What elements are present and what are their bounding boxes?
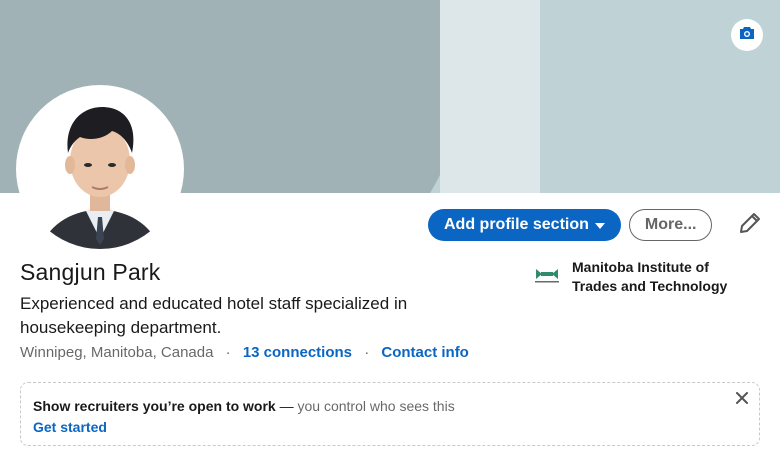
caret-down-icon [594, 216, 605, 234]
separator: · [225, 344, 231, 361]
education-item[interactable]: Manitoba Institute of Trades and Technol… [532, 258, 742, 296]
school-logo-icon [532, 260, 562, 290]
avatar[interactable] [20, 89, 180, 249]
open-to-work-card: Show recruiters you’re open to work — yo… [20, 382, 760, 446]
close-button[interactable] [733, 391, 751, 409]
edit-banner-button[interactable] [731, 19, 763, 51]
edit-intro-button[interactable] [736, 211, 764, 239]
connections-link[interactable]: 13 connections [243, 344, 352, 361]
open-to-work-dash: — [275, 398, 298, 414]
avatar-photo [20, 89, 180, 249]
open-to-work-title: Show recruiters you’re open to work [33, 398, 276, 414]
add-profile-section-label: Add profile section [444, 216, 589, 233]
pencil-icon [739, 212, 761, 239]
camera-icon [739, 26, 755, 45]
separator: · [364, 344, 370, 361]
contact-info-link[interactable]: Contact info [381, 344, 469, 361]
more-button[interactable]: More... [628, 209, 713, 241]
banner-band [440, 0, 540, 193]
add-profile-section-button[interactable]: Add profile section [428, 209, 621, 241]
get-started-link[interactable]: Get started [33, 419, 107, 435]
profile-headline: Experienced and educated hotel staff spe… [20, 294, 408, 337]
more-label: More... [644, 216, 697, 233]
profile-location: Winnipeg, Manitoba, Canada [20, 344, 214, 361]
close-icon [736, 391, 748, 409]
school-name: Manitoba Institute of Trades and Technol… [572, 259, 728, 294]
profile-meta: Winnipeg, Manitoba, Canada · 13 connecti… [20, 344, 469, 361]
profile-actions: Add profile section More... [428, 209, 713, 241]
profile-name: Sangjun Park [20, 259, 161, 285]
open-to-work-text: Show recruiters you’re open to work — yo… [33, 398, 747, 414]
open-to-work-subtitle: you control who sees this [297, 398, 455, 414]
